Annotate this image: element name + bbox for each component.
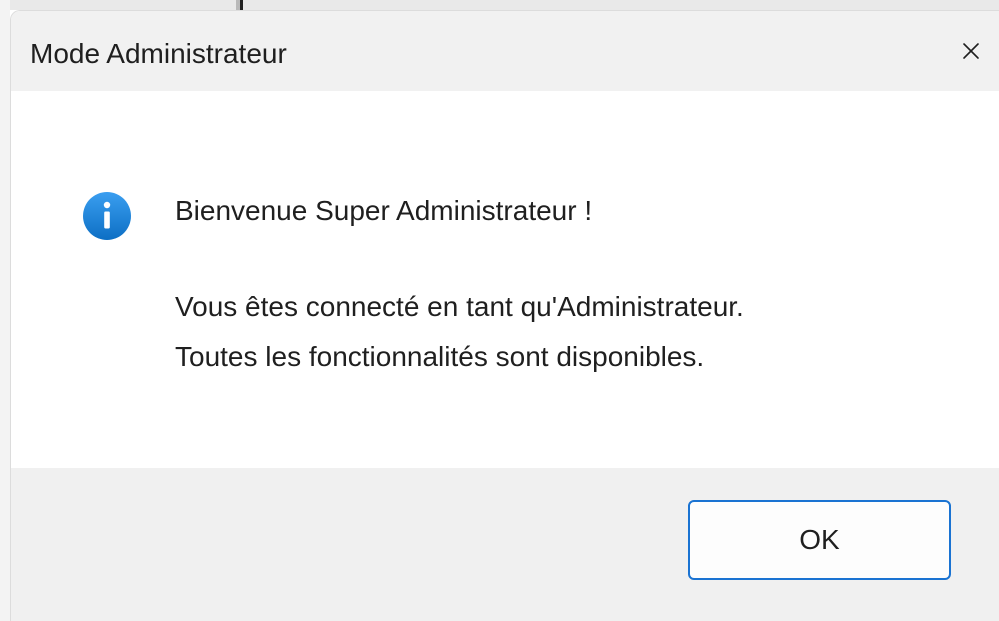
ok-button[interactable]: OK <box>688 500 951 580</box>
background-left-edge <box>0 0 10 621</box>
close-icon <box>963 43 979 59</box>
close-button[interactable] <box>949 29 993 73</box>
message-features: Toutes les fonctionnalités sont disponib… <box>175 341 705 372</box>
dialog-footer: OK <box>11 468 999 621</box>
dialog-titlebar[interactable]: Mode Administrateur <box>11 11 999 91</box>
message-connected: Vous êtes connecté en tant qu'Administra… <box>175 291 744 322</box>
dialog-content: Bienvenue Super Administrateur ! Vous êt… <box>11 91 999 468</box>
info-icon <box>83 192 131 240</box>
message-dialog: Mode Administrateur Bienvenue Super Admi… <box>10 10 999 621</box>
message-welcome: Bienvenue Super Administrateur ! <box>175 195 593 226</box>
background-window <box>0 0 999 10</box>
dialog-title: Mode Administrateur <box>30 38 287 69</box>
screen: Mode Administrateur Bienvenue Super Admi… <box>0 0 999 621</box>
